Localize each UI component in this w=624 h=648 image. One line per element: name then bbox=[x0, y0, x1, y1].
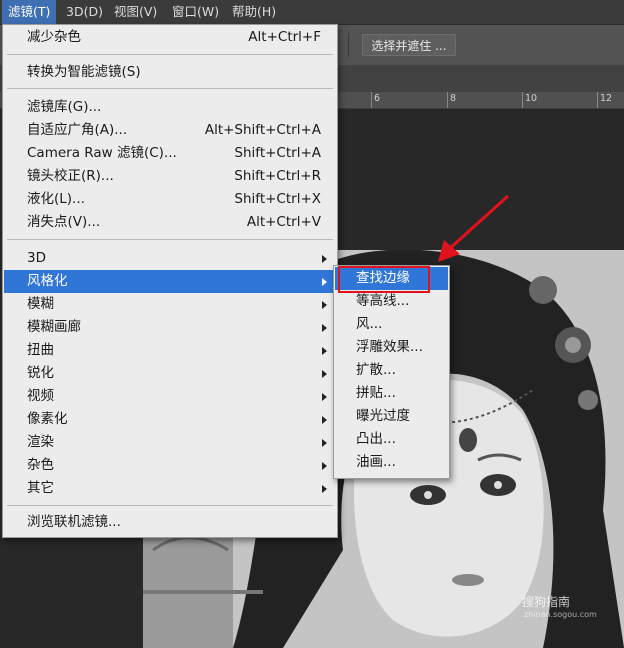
menu-item-label: 转换为智能滤镜(S) bbox=[27, 64, 141, 80]
chevron-right-icon bbox=[322, 370, 327, 378]
menu-item-label: 模糊画廊 bbox=[27, 319, 81, 335]
chevron-right-icon bbox=[322, 324, 327, 332]
submenu-item-extrude[interactable]: 凸出... bbox=[356, 428, 396, 451]
menu-item-label: 3D bbox=[27, 250, 46, 266]
menu-item-label: 浏览联机滤镜... bbox=[27, 514, 121, 530]
menu-filter[interactable]: 滤镜(T) bbox=[2, 0, 57, 24]
options-separator bbox=[348, 33, 349, 57]
stylize-submenu: 查找边缘 等高线... 风... 浮雕效果... 扩散... 拼贴... 曝光过… bbox=[333, 265, 450, 479]
menu-window[interactable]: 窗口(W) bbox=[166, 0, 225, 24]
menu-item-distort[interactable]: 扭曲 bbox=[27, 339, 327, 362]
submenu-item-emboss[interactable]: 浮雕效果... bbox=[356, 336, 423, 359]
menu-item-label: 风格化 bbox=[27, 273, 68, 289]
submenu-item-contour[interactable]: 等高线... bbox=[356, 290, 409, 313]
menu-item-pixelate[interactable]: 像素化 bbox=[27, 408, 327, 431]
menu-item-vanishing-point[interactable]: 消失点(V)... Alt+Ctrl+V bbox=[27, 211, 321, 234]
annotation-box bbox=[338, 266, 430, 293]
menu-item-video[interactable]: 视频 bbox=[27, 385, 327, 408]
menu-item-stylize[interactable]: 风格化 bbox=[27, 270, 327, 293]
menu-separator bbox=[7, 88, 333, 89]
menu-item-shortcut: Alt+Ctrl+V bbox=[246, 214, 321, 230]
menu-item-label: 视频 bbox=[27, 388, 54, 404]
select-and-mask-button[interactable]: 选择并遮住 ... bbox=[362, 34, 456, 56]
menu-item-shortcut: Shift+Ctrl+X bbox=[234, 191, 321, 207]
menu-item-label: Camera Raw 滤镜(C)... bbox=[27, 145, 177, 161]
chevron-right-icon bbox=[322, 347, 327, 355]
menu-item-label: 杂色 bbox=[27, 457, 54, 473]
chevron-right-icon bbox=[322, 439, 327, 447]
chevron-right-icon bbox=[322, 416, 327, 424]
menu-item-label: 滤镜库(G)... bbox=[27, 99, 102, 115]
menu-item-sharpen[interactable]: 锐化 bbox=[27, 362, 327, 385]
menu-item-label: 渲染 bbox=[27, 434, 54, 450]
menu-item-other[interactable]: 其它 bbox=[27, 477, 327, 500]
menu-view[interactable]: 视图(V) bbox=[108, 0, 163, 24]
menu-separator bbox=[7, 505, 333, 506]
menu-item-3d[interactable]: 3D bbox=[27, 247, 327, 270]
menu-item-lens-correction[interactable]: 镜头校正(R)... Shift+Ctrl+R bbox=[27, 165, 321, 188]
ruler-label: 6 bbox=[374, 93, 381, 104]
menu-separator bbox=[7, 239, 333, 240]
menu-item-label: 其它 bbox=[27, 480, 54, 496]
menu-item-shortcut: Alt+Shift+Ctrl+A bbox=[204, 122, 321, 138]
menu-item-shortcut: Alt+Ctrl+F bbox=[248, 29, 321, 45]
menu-item-label: 锐化 bbox=[27, 365, 54, 381]
menu-item-label: 扭曲 bbox=[27, 342, 54, 358]
menu-3d[interactable]: 3D(D) bbox=[60, 0, 109, 24]
ruler-label: 12 bbox=[600, 93, 613, 104]
menu-item-label: 消失点(V)... bbox=[27, 214, 101, 230]
menu-item-liquify[interactable]: 液化(L)... Shift+Ctrl+X bbox=[27, 188, 321, 211]
ruler-tick bbox=[447, 92, 448, 108]
menu-item-last-filter[interactable]: 减少杂色 Alt+Ctrl+F bbox=[27, 26, 321, 49]
menu-separator bbox=[7, 54, 333, 55]
watermark-text: 搜狗指南 bbox=[522, 595, 571, 609]
menu-item-shortcut: Shift+Ctrl+R bbox=[234, 168, 321, 184]
ruler-tick bbox=[522, 92, 523, 108]
chevron-right-icon bbox=[322, 462, 327, 470]
submenu-item-solarize[interactable]: 曝光过度 bbox=[356, 405, 410, 428]
chevron-right-icon bbox=[322, 301, 327, 309]
menu-item-label: 像素化 bbox=[27, 411, 68, 427]
submenu-item-tiles[interactable]: 拼贴... bbox=[356, 382, 396, 405]
menu-item-filter-gallery[interactable]: 滤镜库(G)... bbox=[27, 96, 321, 119]
menu-item-label: 减少杂色 bbox=[27, 29, 81, 45]
menu-item-camera-raw[interactable]: Camera Raw 滤镜(C)... Shift+Ctrl+A bbox=[27, 142, 321, 165]
filter-menu: 减少杂色 Alt+Ctrl+F 转换为智能滤镜(S) 滤镜库(G)... 自适应… bbox=[2, 24, 338, 538]
menu-item-blur[interactable]: 模糊 bbox=[27, 293, 327, 316]
menu-help[interactable]: 帮助(H) bbox=[226, 0, 282, 24]
submenu-item-oil-paint[interactable]: 油画... bbox=[356, 451, 396, 474]
ruler-label: 8 bbox=[450, 93, 457, 104]
red-arrow-icon bbox=[438, 194, 510, 262]
menu-item-noise[interactable]: 杂色 bbox=[27, 454, 327, 477]
menu-item-browse-online[interactable]: 浏览联机滤镜... bbox=[27, 511, 321, 534]
menu-item-render[interactable]: 渲染 bbox=[27, 431, 327, 454]
watermark-url: zhinan.sogou.com bbox=[524, 610, 597, 619]
submenu-item-wind[interactable]: 风... bbox=[356, 313, 382, 336]
menu-item-label: 液化(L)... bbox=[27, 191, 85, 207]
menu-item-adaptive-wide-angle[interactable]: 自适应广角(A)... Alt+Shift+Ctrl+A bbox=[27, 119, 321, 142]
chevron-right-icon bbox=[322, 393, 327, 401]
menu-item-shortcut: Shift+Ctrl+A bbox=[234, 145, 321, 161]
ruler-label: 10 bbox=[525, 93, 538, 104]
menubar: 滤镜(T) 3D(D) 视图(V) 窗口(W) 帮助(H) bbox=[0, 0, 624, 25]
chevron-right-icon bbox=[322, 278, 327, 286]
submenu-item-diffuse[interactable]: 扩散... bbox=[356, 359, 396, 382]
ruler-tick bbox=[371, 92, 372, 108]
menu-item-label: 镜头校正(R)... bbox=[27, 168, 114, 184]
menu-item-blur-gallery[interactable]: 模糊画廊 bbox=[27, 316, 327, 339]
menu-item-label: 自适应广角(A)... bbox=[27, 122, 128, 138]
ruler-tick bbox=[597, 92, 598, 108]
menu-item-convert-smart[interactable]: 转换为智能滤镜(S) bbox=[27, 61, 321, 84]
chevron-right-icon bbox=[322, 255, 327, 263]
menu-item-label: 模糊 bbox=[27, 296, 54, 312]
chevron-right-icon bbox=[322, 485, 327, 493]
